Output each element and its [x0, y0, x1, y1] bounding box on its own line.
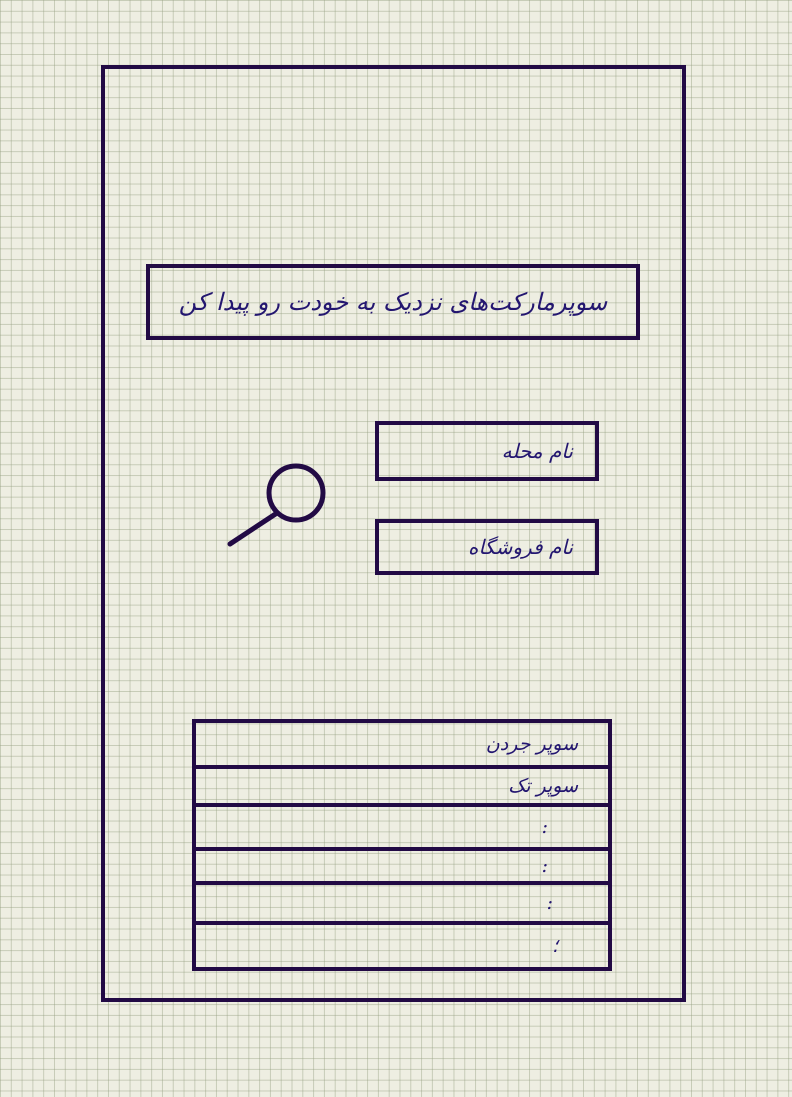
neighborhood-input[interactable]: نام محله: [375, 421, 599, 481]
list-item[interactable]: ؛: [196, 925, 608, 967]
list-item-label: سوپر تک: [508, 775, 578, 797]
list-item[interactable]: :: [196, 851, 608, 885]
list-item[interactable]: سوپر تک: [196, 769, 608, 807]
store-name-input[interactable]: نام فروشگاه: [375, 519, 599, 575]
list-item-label: ؛: [551, 935, 558, 957]
neighborhood-label: نام محله: [501, 439, 573, 463]
list-item-label: سوپر جردن: [485, 733, 578, 755]
search-icon[interactable]: [222, 458, 332, 552]
list-item-label: :: [541, 855, 548, 877]
results-list: سوپر جردن سوپر تک : : : ؛: [192, 719, 612, 971]
store-name-label: نام فروشگاه: [467, 535, 573, 559]
list-item-label: :: [546, 892, 553, 914]
title-banner: سوپرمارکت‌های نزدیک به خودت رو پیدا کن: [146, 264, 640, 340]
list-item[interactable]: سوپر جردن: [196, 723, 608, 769]
page-title: سوپرمارکت‌های نزدیک به خودت رو پیدا کن: [178, 288, 608, 316]
list-item[interactable]: :: [196, 885, 608, 925]
list-item-label: :: [541, 816, 548, 838]
list-item[interactable]: :: [196, 807, 608, 851]
